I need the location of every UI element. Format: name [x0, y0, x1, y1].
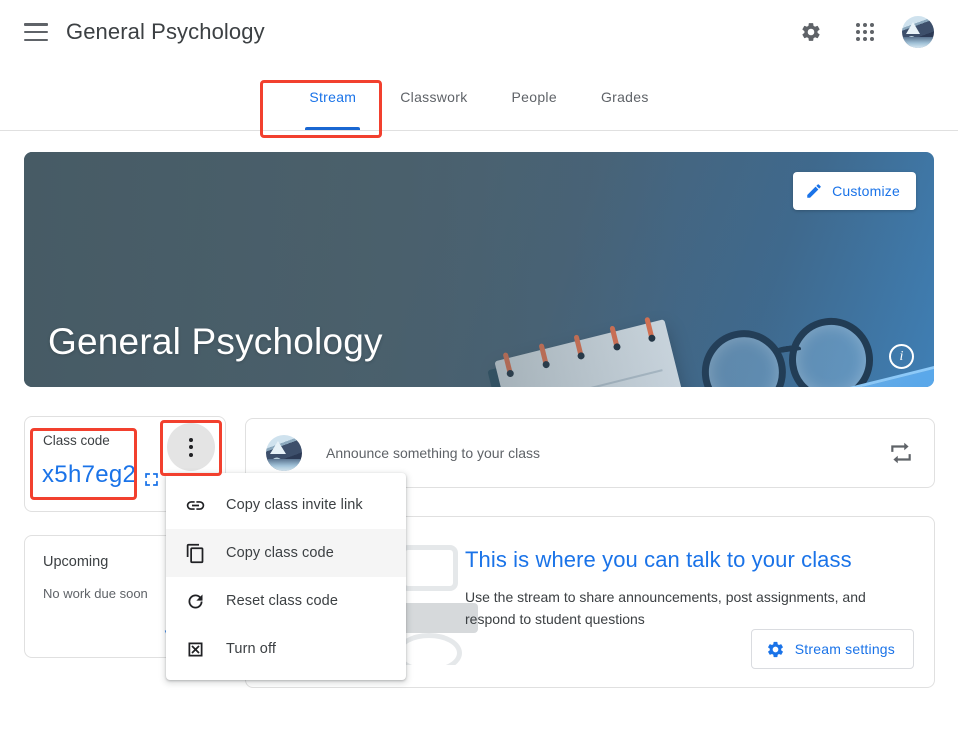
- tab-stream-label: Stream: [309, 89, 357, 105]
- customize-button-label: Customize: [832, 183, 900, 199]
- tab-grades-label: Grades: [600, 89, 649, 105]
- menu-item-label: Copy class code: [226, 545, 334, 561]
- upcoming-title: Upcoming: [43, 554, 109, 570]
- class-code-value[interactable]: x5h7eg2: [42, 461, 136, 489]
- tab-people-label: People: [511, 89, 557, 105]
- class-code-context-menu: Copy class invite link Copy class code R…: [166, 473, 406, 680]
- account-avatar[interactable]: [902, 16, 934, 48]
- top-app-bar: General Psychology: [0, 0, 958, 64]
- classroom-page: General Psychology Stream Classwork Peop…: [0, 0, 958, 753]
- refresh-icon: [184, 590, 206, 612]
- info-icon[interactable]: i: [889, 344, 914, 369]
- more-vert-icon[interactable]: [167, 423, 215, 471]
- customize-button[interactable]: Customize: [793, 172, 916, 210]
- menu-item-copy-class-code[interactable]: Copy class code: [166, 529, 406, 577]
- tab-classwork-label: Classwork: [400, 89, 468, 105]
- tab-grades[interactable]: Grades: [579, 64, 671, 130]
- tab-people[interactable]: People: [490, 64, 579, 130]
- menu-item-label: Copy class invite link: [226, 497, 363, 513]
- tab-bar: Stream Classwork People Grades: [0, 64, 958, 131]
- stream-settings-label: Stream settings: [794, 641, 895, 657]
- menu-item-reset-class-code[interactable]: Reset class code: [166, 577, 406, 625]
- class-code-label: Class code: [43, 433, 110, 448]
- top-bar-actions: [794, 15, 934, 49]
- tab-classwork[interactable]: Classwork: [378, 64, 489, 130]
- stream-empty-title: This is where you can talk to your class: [465, 547, 852, 572]
- hero-class-title: General Psychology: [48, 321, 383, 362]
- gear-icon: [767, 641, 783, 657]
- menu-item-label: Reset class code: [226, 593, 339, 609]
- menu-item-label: Turn off: [226, 641, 276, 657]
- stream-settings-button[interactable]: Stream settings: [750, 629, 914, 669]
- page-title: General Psychology: [66, 19, 265, 44]
- fullscreen-expand-icon[interactable]: [142, 470, 162, 490]
- announcement-placeholder: Announce something to your class: [326, 445, 541, 461]
- hamburger-icon[interactable]: [24, 23, 48, 41]
- tab-stream[interactable]: Stream: [287, 64, 378, 130]
- upcoming-empty-text: No work due soon: [43, 586, 148, 601]
- apps-grid-icon[interactable]: [848, 15, 882, 49]
- menu-item-turn-off[interactable]: Turn off: [166, 625, 406, 673]
- class-hero-banner: General Psychology Customize i: [24, 152, 934, 387]
- link-icon: [184, 494, 206, 516]
- copy-icon: [184, 542, 206, 564]
- gear-icon[interactable]: [794, 15, 828, 49]
- disable-box-icon: [184, 638, 206, 660]
- reuse-post-icon[interactable]: [888, 440, 914, 466]
- stream-empty-body: Use the stream to share announcements, p…: [465, 589, 866, 627]
- menu-item-copy-invite-link[interactable]: Copy class invite link: [166, 481, 406, 529]
- pencil-icon: [807, 184, 821, 198]
- user-avatar: [266, 435, 302, 471]
